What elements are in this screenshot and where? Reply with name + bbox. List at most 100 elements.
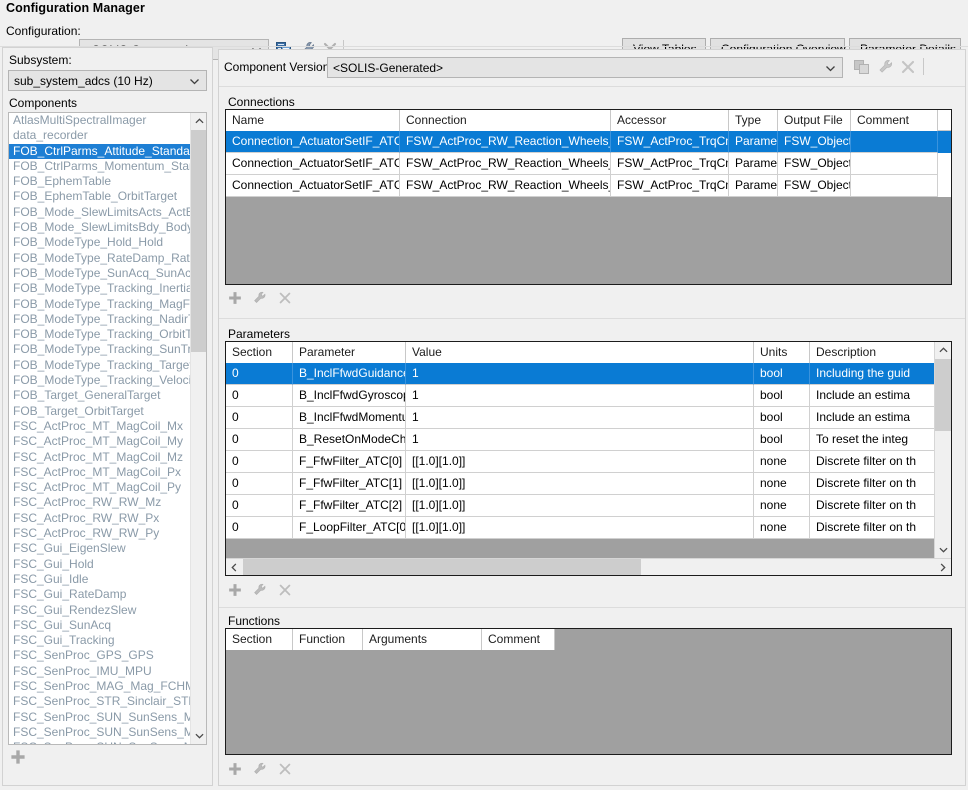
table-cell[interactable]: none (754, 473, 810, 495)
list-item[interactable]: FOB_Mode_SlewLimitsBdy_BodyLir (9, 220, 191, 235)
list-item[interactable]: FSC_Gui_RendezSlew (9, 603, 191, 618)
scrollbar-thumb[interactable] (243, 559, 641, 576)
list-item[interactable]: FSC_SenProc_SUN_SunSens_Mx (9, 710, 191, 725)
table-cell[interactable]: 1 (406, 385, 754, 407)
add-icon[interactable] (227, 582, 245, 600)
table-cell[interactable] (851, 175, 938, 197)
table-cell[interactable]: FSW_ActProc_RW_Reaction_Wheels_Set (400, 153, 611, 175)
table-cell[interactable]: F_FfwFilter_ATC[0] (293, 451, 406, 473)
list-item[interactable]: FSC_Gui_Hold (9, 557, 191, 572)
table-cell[interactable]: bool (754, 385, 810, 407)
component-version-select[interactable]: <SOLIS-Generated> (327, 57, 843, 78)
delete-x-icon[interactable] (277, 761, 295, 779)
table-cell[interactable]: Connection_ActuatorSetIF_ATC[2] (226, 175, 400, 197)
delete-x-icon[interactable] (277, 290, 295, 308)
table-row[interactable]: 0B_ResetOnModeChange1boolTo reset the in… (226, 429, 951, 451)
list-item[interactable]: FOB_ModeType_Tracking_NadirTra (9, 312, 191, 327)
table-cell[interactable]: bool (754, 363, 810, 385)
list-item[interactable]: FSC_ActProc_RW_RW_Px (9, 511, 191, 526)
table-cell[interactable] (851, 153, 938, 175)
list-item[interactable]: FSC_SenProc_SUN_SunSens_Mz (9, 740, 191, 744)
column-header[interactable]: Accessor (611, 110, 729, 131)
table-cell[interactable]: 0 (226, 363, 293, 385)
table-cell[interactable]: bool (754, 429, 810, 451)
list-item[interactable]: FSC_SenProc_GPS_GPS (9, 648, 191, 663)
column-header[interactable]: Function (293, 629, 363, 650)
table-row[interactable]: Connection_ActuatorSetIF_ATC[2]FSW_ActPr… (226, 175, 951, 197)
list-item[interactable]: FSC_ActProc_MT_MagCoil_Py (9, 480, 191, 495)
list-item[interactable]: FSC_SenProc_SUN_SunSens_My (9, 725, 191, 740)
table-cell[interactable]: Connection_ActuatorSetIF_ATC[1] (226, 153, 400, 175)
table-cell[interactable]: Parameter (729, 131, 778, 153)
list-item[interactable]: FOB_ModeType_Tracking_SunTrac (9, 342, 191, 357)
table-cell[interactable]: Discrete filter on th (810, 495, 936, 517)
table-cell[interactable]: none (754, 517, 810, 539)
scroll-up-icon[interactable] (191, 113, 207, 130)
table-cell[interactable]: To reset the integ (810, 429, 936, 451)
table-row[interactable]: 0F_LoopFilter_ATC[0][[1.0][1.0]]noneDisc… (226, 517, 951, 539)
table-cell[interactable]: [[1.0][1.0]] (406, 473, 754, 495)
table-cell[interactable]: 0 (226, 473, 293, 495)
list-item[interactable]: FSC_ActProc_MT_MagCoil_My (9, 434, 191, 449)
scrollbar-track[interactable] (243, 559, 934, 576)
table-cell[interactable]: FSW_ActProc_RW_Reaction_Wheels_Set (400, 175, 611, 197)
table-row[interactable]: 0F_FfwFilter_ATC[0][[1.0][1.0]]noneDiscr… (226, 451, 951, 473)
table-cell[interactable]: [[1.0][1.0]] (406, 451, 754, 473)
table-cell[interactable]: Discrete filter on th (810, 451, 936, 473)
table-cell[interactable]: FSW_ActProc_RW_Reaction_Wheels_Set (400, 131, 611, 153)
list-item[interactable]: FOB_ModeType_RateDamp_RateDa (9, 251, 191, 266)
table-cell[interactable]: F_LoopFilter_ATC[0] (293, 517, 406, 539)
scroll-up-icon[interactable] (935, 342, 952, 359)
table-cell[interactable]: Parameter (729, 153, 778, 175)
column-header[interactable]: Connection (400, 110, 611, 131)
column-header[interactable]: Parameter (293, 342, 406, 363)
column-header[interactable]: Name (226, 110, 400, 131)
table-row[interactable]: 0F_FfwFilter_ATC[2][[1.0][1.0]]noneDiscr… (226, 495, 951, 517)
list-item[interactable]: data_recorder (9, 128, 191, 143)
table-cell[interactable]: 0 (226, 407, 293, 429)
table-cell[interactable]: 1 (406, 407, 754, 429)
add-icon[interactable] (9, 748, 27, 766)
table-row[interactable]: Connection_ActuatorSetIF_ATC[1]FSW_ActPr… (226, 153, 951, 175)
column-header[interactable]: Section (226, 629, 293, 650)
wrench-icon[interactable] (252, 761, 270, 779)
column-header[interactable]: Comment (482, 629, 555, 650)
column-header[interactable]: Section (226, 342, 293, 363)
list-item[interactable]: FSC_ActProc_MT_MagCoil_Px (9, 465, 191, 480)
table-row[interactable]: Connection_ActuatorSetIF_ATC[0]FSW_ActPr… (226, 131, 951, 153)
list-item[interactable]: FOB_EphemTable_OrbitTarget (9, 189, 191, 204)
table-cell[interactable]: FSW_ActProc_TrqCmd (611, 175, 729, 197)
list-item[interactable]: FSC_ActProc_RW_RW_Py (9, 526, 191, 541)
list-item[interactable]: FSC_ActProc_RW_RW_Mz (9, 495, 191, 510)
list-item[interactable]: FOB_ModeType_Hold_Hold (9, 235, 191, 250)
table-row[interactable]: 0B_InclFfwdGyroscopicTrq1boolInclude an … (226, 385, 951, 407)
table-cell[interactable]: 0 (226, 495, 293, 517)
table-cell[interactable]: none (754, 451, 810, 473)
table-cell[interactable]: 0 (226, 517, 293, 539)
list-item[interactable]: FSC_ActProc_MT_MagCoil_Mx (9, 419, 191, 434)
list-item[interactable]: FOB_ModeType_Tracking_MagField (9, 297, 191, 312)
add-icon[interactable] (227, 761, 245, 779)
table-cell[interactable]: 1 (406, 363, 754, 385)
column-header[interactable]: Units (754, 342, 810, 363)
table-cell[interactable]: FSW_ActProc_TrqCmd (611, 131, 729, 153)
wrench-icon[interactable] (252, 582, 270, 600)
table-cell[interactable]: Include an estima (810, 385, 936, 407)
components-list[interactable]: AtlasMultiSpectralImagerdata_recorder FOB… (8, 112, 207, 745)
parameters-table[interactable]: SectionParameterValueUnitsDescription 0B… (225, 341, 952, 576)
column-header[interactable]: Arguments (363, 629, 482, 650)
table-cell[interactable]: [[1.0][1.0]] (406, 495, 754, 517)
connections-table[interactable]: NameConnectionAccessorTypeOutput FileCom… (225, 109, 952, 285)
components-list-scrollbar[interactable] (190, 113, 206, 744)
list-item[interactable]: FOB_CtrlParms_Momentum_Standa (9, 159, 191, 174)
table-cell[interactable]: B_InclFfwdMomentumCtrlTrq (293, 407, 406, 429)
list-item[interactable]: AtlasMultiSpectralImager (9, 113, 191, 128)
table-cell[interactable]: FSW_Objects (778, 153, 851, 175)
list-item[interactable]: FSC_Gui_RateDamp (9, 587, 191, 602)
parameters-vertical-scrollbar[interactable] (934, 342, 951, 558)
table-cell[interactable]: none (754, 495, 810, 517)
table-cell[interactable]: FSW_ActProc_TrqCmd (611, 153, 729, 175)
list-item[interactable]: FOB_ModeType_Tracking_TargetTr (9, 358, 191, 373)
table-cell[interactable]: bool (754, 407, 810, 429)
scroll-right-icon[interactable] (934, 559, 951, 576)
